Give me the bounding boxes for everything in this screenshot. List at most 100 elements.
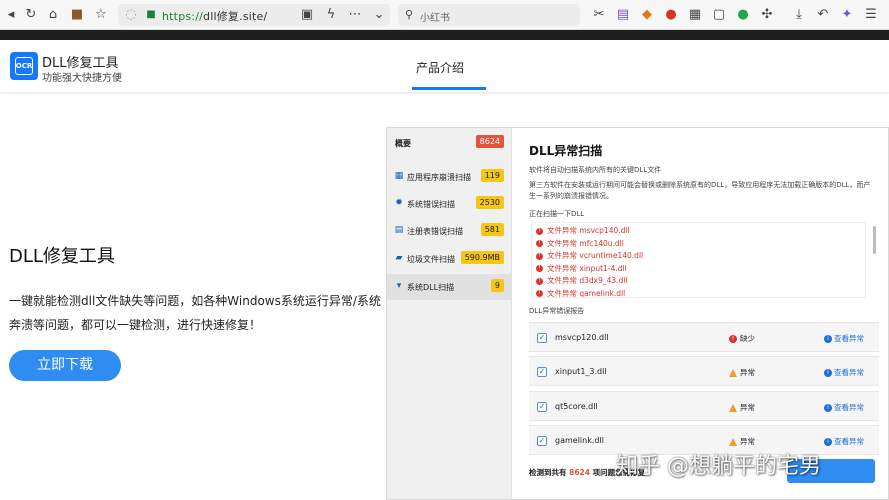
app-sidebar: 概要 8624 ▦ 应用程序崩溃扫描 119 ✹ 系统错误扫描 2530 ▤ 注… (387, 128, 512, 499)
sidebar-item-label: 垃圾文件扫描 (407, 255, 455, 264)
url-text[interactable]: https://dll修复.site/ (162, 8, 267, 24)
scan-title: DLL异常扫描 (529, 144, 603, 158)
more-icon[interactable]: ⋯ (346, 6, 364, 24)
count-badge: 9 (490, 279, 504, 292)
table-row[interactable]: ✓ xinput1_3.dll 异常 i 查看异常 (529, 356, 879, 386)
check-circle-icon[interactable]: ● (734, 6, 752, 24)
bookmark-star-icon[interactable]: ☆ (92, 6, 110, 24)
error-icon: ! (536, 227, 543, 235)
scanning-label: 正在扫描一下DLL (529, 210, 585, 218)
count-badge: 581 (480, 223, 504, 236)
sidebar-item-label: 应用程序崩溃扫描 (407, 173, 471, 182)
view-error-link[interactable]: i 查看异常 (824, 436, 864, 447)
tab-active-indicator (412, 87, 486, 90)
sidebar-item-label: 概要 (395, 139, 411, 148)
menu-icon[interactable]: ☰ (862, 6, 880, 24)
count-badge: 8624 (475, 135, 504, 148)
fox-icon[interactable]: ◆ (638, 6, 656, 24)
view-error-link[interactable]: i 查看异常 (824, 402, 864, 413)
status-warning: 异常 (729, 402, 755, 413)
dll-name: qt5core.dll (555, 402, 598, 411)
address-bar[interactable]: ◌ ■ https://dll修复.site/ ▣ ϟ ⋯ ⌄ (118, 4, 390, 26)
tab-product-intro[interactable]: 产品介绍 (416, 59, 464, 76)
sidebar-item-system-error[interactable]: ✹ 系统错误扫描 2530 (387, 191, 512, 217)
back-icon[interactable]: ◂ (2, 6, 20, 24)
gear-icon: ✹ (395, 198, 403, 208)
puzzle-icon[interactable]: ✣ (758, 6, 776, 24)
download-button[interactable]: 立即下载 (9, 350, 121, 381)
info-icon: i (824, 438, 832, 446)
error-icon: ! (536, 265, 543, 272)
sidebar-item-junk-files[interactable]: ▰ 垃圾文件扫描 590.9MB (387, 246, 512, 272)
status-warning: 异常 (729, 436, 755, 447)
error-icon: ! (536, 290, 543, 297)
scan-description: 第三方软件在安装或运行期间可能会替换或删除系统原有的DLL，导致应用程序无法加载… (529, 181, 871, 200)
checkbox[interactable]: ✓ (537, 367, 547, 377)
count-badge: 119 (480, 169, 504, 182)
search-icon: ⚲ (404, 8, 414, 21)
sidebar-item-system-dll[interactable]: ▾ 系统DLL扫描 9 (387, 274, 512, 300)
lightning-icon[interactable]: ϟ (322, 6, 340, 24)
list-item: ! 文件异常 msvcp140.dll (536, 225, 630, 237)
sidebar-item-label: 系统DLL扫描 (407, 283, 455, 292)
status-missing: ! 缺少 (729, 333, 755, 344)
list-item: ! 文件异常 mfc140u.dll (536, 238, 624, 250)
scrollbar[interactable] (873, 226, 876, 254)
refresh-icon[interactable]: ↻ (22, 6, 40, 24)
watermark: 知乎 @想躺平的宅男 (616, 454, 821, 479)
error-list[interactable]: ! 文件异常 msvcp140.dll ! 文件异常 mfc140u.dll ! 文件… (531, 222, 866, 298)
sidebar-item-registry[interactable]: ▤ 注册表错误扫描 581 (387, 218, 512, 244)
message-icon[interactable]: ▢ (710, 6, 728, 24)
scan-intro: 软件将自动扫描系统内所有的关键DLL文件 (529, 166, 662, 174)
list-item: ! 文件异常 gamelink.dll (536, 288, 625, 297)
ai-icon[interactable]: ✦ (838, 6, 856, 24)
home-icon[interactable]: ⌂ (44, 6, 62, 24)
extensions-grid-icon[interactable]: ▦ (686, 6, 704, 24)
extension-bag-icon[interactable]: ■ (68, 6, 86, 24)
sidebar-item-overview[interactable]: 概要 8624 (387, 130, 512, 156)
chevron-down-icon[interactable]: ⌄ (370, 6, 388, 24)
folder-icon: ▰ (395, 253, 403, 263)
search-box[interactable]: ⚲ 小红书 (398, 4, 580, 26)
translate-icon[interactable]: ▤ (614, 6, 632, 24)
page-top-bar (0, 30, 889, 40)
sidebar-item-label: 注册表错误扫描 (407, 227, 463, 236)
report-label: DLL异常错误报告 (529, 307, 585, 315)
brand-logo[interactable]: OCR (10, 52, 38, 80)
checkbox[interactable]: ✓ (537, 333, 547, 343)
info-icon: i (824, 335, 832, 343)
error-icon: ! (536, 240, 543, 247)
list-item: ! 文件异常 d3dx9_43.dll (536, 275, 628, 287)
list-item: ! 文件异常 vcruntime140.dll (536, 250, 643, 262)
registry-icon: ▤ (394, 225, 404, 235)
checkbox[interactable]: ✓ (537, 436, 547, 446)
site-info-icon[interactable]: ◌ (122, 6, 140, 24)
count-badge: 590.9MB (460, 251, 504, 264)
warning-icon (729, 369, 737, 377)
view-error-link[interactable]: i 查看异常 (824, 367, 864, 378)
table-row[interactable]: ✓ msvcp120.dll ! 缺少 i 查看异常 (529, 322, 879, 352)
download-icon[interactable]: ⤓ (790, 6, 808, 24)
dll-name: gamelink.dll (555, 436, 604, 445)
trash-icon: ▾ (396, 281, 402, 291)
hero-description: 一键就能检测dll文件缺失等问题，如各种Windows系统运行异常/系统奔溃等问… (9, 294, 381, 332)
error-icon: ! (536, 252, 543, 260)
search-input[interactable]: 小红书 (420, 9, 450, 24)
warning-icon (729, 438, 737, 446)
status-warning: 异常 (729, 367, 755, 378)
app-preview-panel: 概要 8624 ▦ 应用程序崩溃扫描 119 ✹ 系统错误扫描 2530 ▤ 注… (386, 127, 889, 500)
scissors-icon[interactable]: ✂ (590, 6, 608, 24)
table-row[interactable]: ✓ qt5core.dll 异常 i 查看异常 (529, 391, 879, 421)
sidebar-item-app-crash[interactable]: ▦ 应用程序崩溃扫描 119 (387, 164, 512, 190)
count-badge: 2530 (475, 196, 504, 209)
view-error-link[interactable]: i 查看异常 (824, 333, 864, 344)
lock-icon: ■ (146, 9, 156, 20)
list-item: ! 文件异常 xinput1-4.dll (536, 263, 627, 275)
screenshot-icon[interactable]: ▣ (298, 6, 316, 24)
weibo-icon[interactable]: ● (662, 6, 680, 24)
checkbox[interactable]: ✓ (537, 402, 547, 412)
undo-icon[interactable]: ↶ (814, 6, 832, 24)
site-header: OCR DLL修复工具 功能强大快捷方便 产品介绍 (0, 40, 889, 92)
error-icon: ! (729, 335, 737, 343)
info-icon: i (824, 404, 832, 412)
